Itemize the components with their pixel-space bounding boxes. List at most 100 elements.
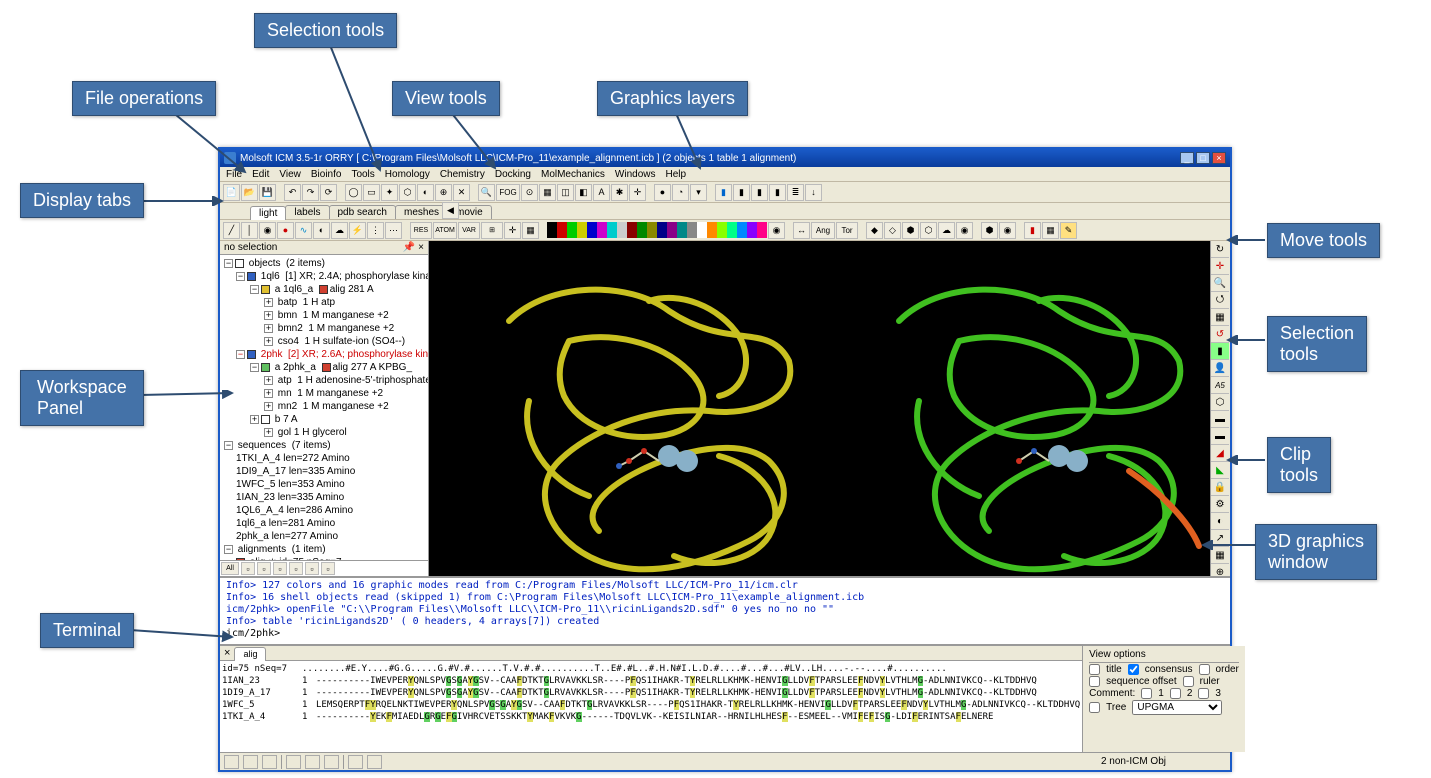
hbond-button[interactable]: ⋯ bbox=[385, 222, 402, 239]
color-swatch[interactable] bbox=[727, 222, 737, 238]
maximize-button[interactable]: □ bbox=[1196, 152, 1210, 164]
alignment-row[interactable]: 1DI9_A_171----------IWEVPERYQNLSPVGSGAYG… bbox=[222, 687, 1080, 699]
ruler-checkbox[interactable] bbox=[1183, 676, 1194, 687]
menu-molmechanics[interactable]: MolMechanics bbox=[541, 169, 605, 180]
layer4-button[interactable]: ▮ bbox=[769, 184, 786, 201]
menu-tools[interactable]: Tools bbox=[351, 169, 374, 180]
mesh1-button[interactable]: ◆ bbox=[866, 222, 883, 239]
tab-meshes[interactable]: meshes bbox=[395, 205, 448, 219]
tree-ligand[interactable]: + mn 1 M manganese +2 bbox=[222, 387, 426, 400]
tab-pdb-search[interactable]: pdb search bbox=[329, 205, 396, 219]
layer2-button[interactable]: ▮ bbox=[733, 184, 750, 201]
mesh6-button[interactable]: ◉ bbox=[956, 222, 973, 239]
label-a-button[interactable]: A bbox=[593, 184, 610, 201]
tab-light[interactable]: light bbox=[250, 206, 286, 220]
ws-pin-icon[interactable]: 📌 × bbox=[403, 242, 424, 253]
origin-button[interactable]: ✛ bbox=[504, 222, 521, 239]
color-swatch[interactable] bbox=[707, 222, 717, 238]
slab-button[interactable]: ◫ bbox=[557, 184, 574, 201]
layer5-button[interactable]: ≣ bbox=[787, 184, 804, 201]
tree-sequence[interactable]: 2phk_a len=277 Amino bbox=[222, 530, 426, 543]
mesh5-button[interactable]: ☁ bbox=[938, 222, 955, 239]
c1-checkbox[interactable] bbox=[1141, 688, 1152, 699]
layer3-button[interactable]: ▮ bbox=[751, 184, 768, 201]
zoom-button[interactable]: 🔍 bbox=[478, 184, 495, 201]
menu-homology[interactable]: Homology bbox=[385, 169, 430, 180]
surf-mode-button[interactable]: ▾ bbox=[690, 184, 707, 201]
select-invert-button[interactable]: ◐ bbox=[417, 184, 434, 201]
color-wheel-button[interactable]: ◉ bbox=[768, 222, 785, 239]
seq-offset-checkbox[interactable] bbox=[1089, 676, 1100, 687]
layer1-button[interactable]: ▮ bbox=[715, 184, 732, 201]
mol2-button[interactable]: ◉ bbox=[999, 222, 1016, 239]
select-residue-button[interactable]: ⬡ bbox=[399, 184, 416, 201]
menu-edit[interactable]: Edit bbox=[252, 169, 269, 180]
ang-button[interactable]: Ang bbox=[811, 222, 835, 239]
color-swatch[interactable] bbox=[677, 222, 687, 238]
axes-button[interactable]: ✛ bbox=[629, 184, 646, 201]
color-swatch[interactable] bbox=[747, 222, 757, 238]
color-swatch[interactable] bbox=[597, 222, 607, 238]
surf-button[interactable]: ● bbox=[654, 184, 671, 201]
tree-sequence[interactable]: 1IAN_23 len=335 Amino bbox=[222, 491, 426, 504]
sb3-button[interactable] bbox=[262, 755, 277, 769]
select-lasso-button[interactable]: ◯ bbox=[345, 184, 362, 201]
mesh4-button[interactable]: ⬡ bbox=[920, 222, 937, 239]
menu-windows[interactable]: Windows bbox=[615, 169, 656, 180]
rotate-button[interactable]: ↻ bbox=[1211, 241, 1229, 258]
minimize-button[interactable]: _ bbox=[1180, 152, 1194, 164]
alignment-tab[interactable]: alig bbox=[234, 647, 266, 661]
edit-button[interactable]: ✎ bbox=[1060, 222, 1077, 239]
tree-ligand[interactable]: + atp 1 H adenosine-5'-triphosphate bbox=[222, 374, 426, 387]
tree-sequence[interactable]: 1WFC_5 len=353 Amino bbox=[222, 478, 426, 491]
color-swatch[interactable] bbox=[697, 222, 707, 238]
select-clear-button[interactable]: ✕ bbox=[453, 184, 470, 201]
tab-labels[interactable]: labels bbox=[285, 205, 329, 219]
sb8-button[interactable] bbox=[367, 755, 382, 769]
tree-ligand[interactable]: + bmn2 1 M manganese +2 bbox=[222, 322, 426, 335]
ribbon-button[interactable]: ∿ bbox=[295, 222, 312, 239]
consensus-checkbox[interactable] bbox=[1128, 664, 1139, 675]
res-button[interactable]: RES bbox=[410, 222, 432, 239]
stick-button[interactable]: │ bbox=[241, 222, 258, 239]
ws-all-button[interactable]: All bbox=[221, 562, 239, 575]
mesh3-button[interactable]: ⬢ bbox=[902, 222, 919, 239]
sb2-button[interactable] bbox=[243, 755, 258, 769]
color-swatch[interactable] bbox=[617, 222, 627, 238]
tree-ligand[interactable]: + cso4 1 H sulfate-ion (SO4--) bbox=[222, 335, 426, 348]
color-swatch[interactable] bbox=[567, 222, 577, 238]
sb1-button[interactable] bbox=[224, 755, 239, 769]
dots-button[interactable]: ⋮ bbox=[367, 222, 384, 239]
fog-button[interactable]: FOG bbox=[496, 184, 520, 201]
color-swatch[interactable] bbox=[647, 222, 657, 238]
color-swatch[interactable] bbox=[657, 222, 667, 238]
color-swatch[interactable] bbox=[577, 222, 587, 238]
center-button[interactable]: ⊙ bbox=[521, 184, 538, 201]
var-button[interactable]: VAR bbox=[458, 222, 480, 239]
new-button[interactable]: 📄 bbox=[223, 184, 240, 201]
refresh-button[interactable]: ⟳ bbox=[320, 184, 337, 201]
menu-chemistry[interactable]: Chemistry bbox=[440, 169, 485, 180]
color-swatch[interactable] bbox=[587, 222, 597, 238]
elec-button[interactable]: ⚡ bbox=[349, 222, 366, 239]
menu-docking[interactable]: Docking bbox=[495, 169, 531, 180]
mesh2-button[interactable]: ◇ bbox=[884, 222, 901, 239]
ws-t1-button[interactable]: ▫ bbox=[241, 562, 255, 575]
3d-graphics-window[interactable] bbox=[429, 241, 1210, 576]
site-button[interactable]: ⊞ bbox=[481, 222, 503, 239]
tab-back-button[interactable]: ◀ bbox=[442, 202, 459, 219]
color-swatch[interactable] bbox=[607, 222, 617, 238]
tree-ligand[interactable]: + batp 1 H atp bbox=[222, 296, 426, 309]
atom-button[interactable]: ATOM bbox=[433, 222, 457, 239]
menu-bioinfo[interactable]: Bioinfo bbox=[311, 169, 342, 180]
order-checkbox[interactable] bbox=[1199, 664, 1210, 675]
skin-button[interactable]: ☁ bbox=[331, 222, 348, 239]
wire-button[interactable]: ╱ bbox=[223, 222, 240, 239]
color-swatch[interactable] bbox=[667, 222, 677, 238]
ws-t4-button[interactable]: ▫ bbox=[289, 562, 303, 575]
close-button[interactable]: × bbox=[1212, 152, 1226, 164]
save-button[interactable]: 💾 bbox=[259, 184, 276, 201]
color-swatch[interactable] bbox=[557, 222, 567, 238]
alignment-viewer[interactable]: id=75 nSeq=7........#E.Y....#G.G.....G.#… bbox=[220, 661, 1082, 752]
color-palette[interactable] bbox=[547, 222, 767, 238]
